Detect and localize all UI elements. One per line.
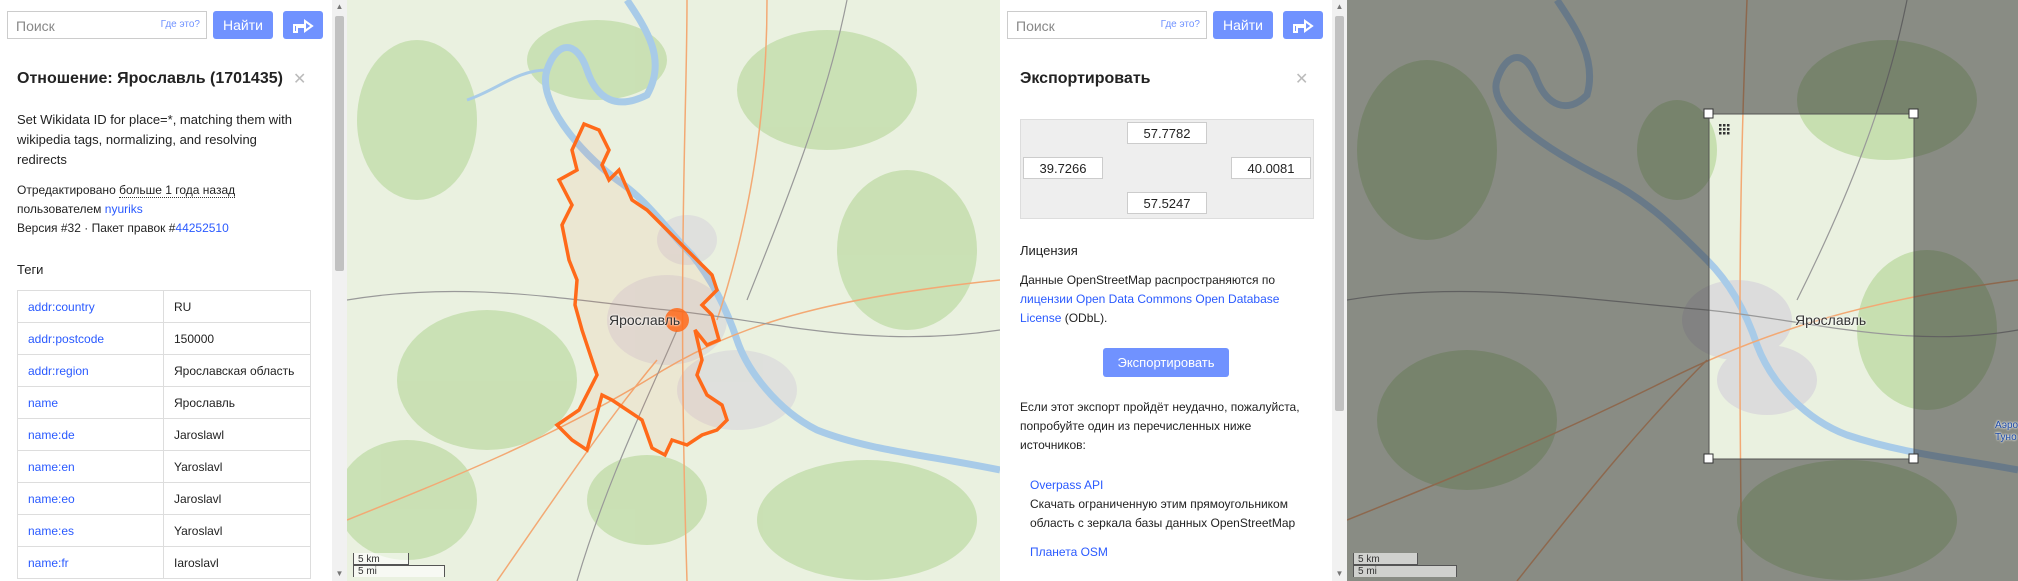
tag-key[interactable]: addr:postcode — [17, 322, 164, 355]
tag-key[interactable]: name:fr — [17, 546, 164, 579]
tag-value: RU — [163, 290, 311, 323]
tag-value: Jaroslavl — [163, 482, 311, 515]
find-button[interactable]: Найти — [1213, 11, 1273, 39]
directions-icon — [293, 19, 314, 33]
where-is-this-link[interactable]: Где это? — [1161, 19, 1200, 30]
scroll-down-icon[interactable]: ▼ — [332, 567, 347, 581]
scroll-up-icon[interactable]: ▲ — [332, 0, 347, 14]
resize-handle-se[interactable] — [1908, 453, 1919, 464]
export-sidebar: Где это? Найти Экспортировать ✕ Лицензия… — [1000, 0, 1332, 581]
tag-value: Ярославль — [163, 386, 311, 419]
license-prefix: Данные OpenStreetMap распространяются по — [1020, 273, 1275, 287]
close-icon[interactable]: ✕ — [1295, 69, 1308, 89]
table-row: addr:region Ярославская область — [17, 354, 311, 387]
where-is-this-link[interactable]: Где это? — [161, 19, 200, 30]
panel-title: Экспортировать — [1020, 70, 1151, 87]
directions-button[interactable] — [283, 11, 323, 39]
tags-table: addr:country RU addr:postcode 150000 addr:… — [17, 290, 311, 579]
left-scrollbar[interactable]: ▲ ▼ — [332, 0, 347, 581]
table-row: name:en Yaroslavl — [17, 450, 311, 483]
table-row: name Ярославль — [17, 386, 311, 419]
tag-key[interactable]: name — [17, 386, 164, 419]
table-row: name:eo Jaroslavl — [17, 482, 311, 515]
tag-key[interactable]: addr:country — [17, 290, 164, 323]
resize-handle-sw[interactable] — [1703, 453, 1714, 464]
source-overpass-desc: Скачать ограниченную этим прямоугольнико… — [1030, 497, 1296, 530]
map-canvas[interactable] — [347, 0, 1000, 581]
license-text: Данные OpenStreetMap распространяются по… — [1020, 271, 1312, 328]
bbox-east-input[interactable] — [1231, 157, 1311, 179]
changeset-link[interactable]: 44252510 — [175, 221, 228, 235]
source-planet-link[interactable]: Планета OSM — [1030, 543, 1310, 562]
table-row: name:fr Iaroslavl — [17, 546, 311, 579]
table-row: addr:country RU — [17, 290, 311, 323]
tag-value: Yaroslavl — [163, 514, 311, 547]
scale-mi: 5 mi — [1353, 565, 1457, 577]
find-button[interactable]: Найти — [213, 11, 273, 39]
resize-handle-ne[interactable] — [1908, 108, 1919, 119]
edited-prefix: Отредактировано — [17, 183, 116, 197]
tag-value: Iaroslavl — [163, 546, 311, 579]
by-user-prefix: пользователем — [17, 202, 102, 216]
scale-bar: 5 km 5 mi — [353, 553, 445, 577]
search-input[interactable] — [1008, 12, 1174, 40]
scale-km: 5 km — [353, 553, 409, 565]
bbox-south-input[interactable] — [1127, 192, 1207, 214]
bbox-north-input[interactable] — [1127, 122, 1207, 144]
directions-button[interactable] — [1283, 11, 1323, 39]
scale-mi: 5 mi — [353, 565, 445, 577]
tag-key[interactable]: name:en — [17, 450, 164, 483]
license-heading: Лицензия — [1020, 243, 1078, 258]
map-canvas[interactable] — [1347, 0, 2018, 581]
tag-value: 150000 — [163, 322, 311, 355]
export-map-view[interactable]: Ярославль Аэро Туно 5 km 5 mi — [1347, 0, 2018, 581]
right-scrollbar[interactable]: ▲ ▼ — [1332, 0, 1347, 581]
export-mask — [1347, 0, 2018, 581]
search-box: Где это? — [7, 11, 207, 40]
sources-list: Overpass API Скачать ограниченную этим п… — [1030, 476, 1310, 562]
search-box: Где это? — [1007, 11, 1207, 40]
tag-value: Ярославская область — [163, 354, 311, 387]
tag-key[interactable]: addr:region — [17, 354, 164, 387]
drag-grip-icon[interactable] — [1719, 124, 1730, 135]
bbox-west-input[interactable] — [1023, 157, 1103, 179]
map-view[interactable]: Ярославль 5 km 5 mi — [347, 0, 1000, 581]
scroll-thumb[interactable] — [1335, 16, 1344, 411]
scroll-thumb[interactable] — [335, 16, 344, 271]
bbox-box — [1020, 119, 1314, 219]
scale-bar: 5 km 5 mi — [1353, 553, 1457, 577]
directions-icon — [1293, 19, 1314, 33]
search-input[interactable] — [8, 12, 174, 40]
export-button[interactable]: Экспортировать — [1103, 348, 1229, 377]
city-label: Ярославль — [1795, 312, 1867, 328]
city-label: Ярославль — [609, 312, 681, 328]
fallback-text: Если этот экспорт пройдёт неудачно, пожа… — [1020, 400, 1300, 452]
resize-handle-nw[interactable] — [1703, 108, 1714, 119]
version-label: Версия #32 · Пакет правок # — [17, 221, 176, 235]
edge-label: Туно — [1995, 432, 2017, 443]
tag-value: Yaroslavl — [163, 450, 311, 483]
tag-key[interactable]: name:eo — [17, 482, 164, 515]
left-sidebar: Где это? Найти Отношение: Ярославль (170… — [0, 0, 332, 581]
tag-key[interactable]: name:es — [17, 514, 164, 547]
table-row: name:de Jaroslawl — [17, 418, 311, 451]
scroll-down-icon[interactable]: ▼ — [1332, 567, 1347, 581]
tag-value: Jaroslawl — [163, 418, 311, 451]
edge-label: Аэро — [1995, 420, 2018, 431]
tag-key[interactable]: name:de — [17, 418, 164, 451]
close-icon[interactable]: ✕ — [293, 69, 306, 89]
license-link[interactable]: лицензии Open Data Commons Open Database… — [1020, 292, 1279, 325]
changeset-comment: Set Wikidata ID for place=*, matching th… — [17, 112, 292, 167]
license-suffix: (ODbL). — [1064, 311, 1108, 325]
user-link[interactable]: nyuriks — [105, 202, 143, 216]
source-overpass-link[interactable]: Overpass API — [1030, 476, 1310, 495]
edit-meta: Отредактировано больше 1 года назад поль… — [17, 181, 236, 238]
table-row: name:es Yaroslavl — [17, 514, 311, 547]
scroll-up-icon[interactable]: ▲ — [1332, 0, 1347, 14]
table-row: addr:postcode 150000 — [17, 322, 311, 355]
tags-heading: Теги — [17, 262, 44, 277]
panel-title: Отношение: Ярославль (1701435) — [17, 70, 283, 87]
scale-km: 5 km — [1353, 553, 1418, 565]
edited-time: больше 1 года назад — [119, 183, 236, 198]
